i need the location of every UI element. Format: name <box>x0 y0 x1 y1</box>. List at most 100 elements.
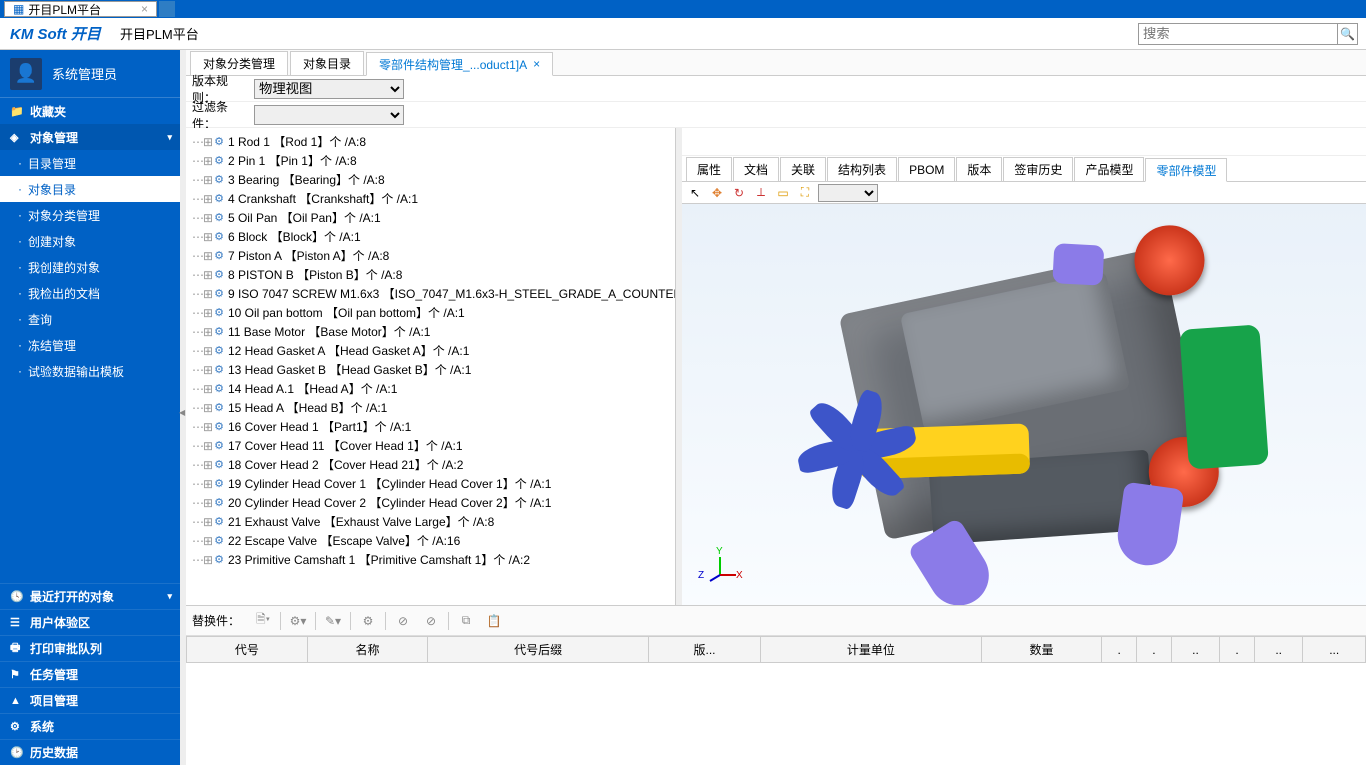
tree-node[interactable]: ⋯⊞⚙1 Rod 1 【Rod 1】个 /A:8 <box>190 132 675 151</box>
sidebar-sub-item[interactable]: 创建对象 <box>0 228 180 254</box>
settings-icon[interactable]: ⚙ <box>357 610 379 632</box>
sidebar-sub-item[interactable]: 对象目录 <box>0 176 180 202</box>
content-tab[interactable]: 零部件结构管理_...oduct1]A× <box>366 52 553 76</box>
sidebar-bottom-item[interactable]: 🕓最近打开的对象▾ <box>0 583 180 609</box>
sidebar-object-mgmt[interactable]: ◈ 对象管理 ▾ <box>0 124 180 150</box>
tree-node[interactable]: ⋯⊞⚙7 Piston A 【Piston A】个 /A:8 <box>190 246 675 265</box>
viewer-tab[interactable]: 签审历史 <box>1003 157 1073 181</box>
tree-node[interactable]: ⋯⊞⚙4 Crankshaft 【Crankshaft】个 /A:1 <box>190 189 675 208</box>
pointer-icon[interactable]: ↖ <box>686 184 704 202</box>
sidebar-bottom-item[interactable]: ☰用户体验区 <box>0 609 180 635</box>
viewer-tab[interactable]: 属性 <box>686 157 732 181</box>
viewer-tab[interactable]: PBOM <box>898 157 955 181</box>
viewer-tab[interactable]: 产品模型 <box>1074 157 1144 181</box>
tree-node[interactable]: ⋯⊞⚙21 Exhaust Valve 【Exhaust Valve Large… <box>190 512 675 531</box>
measure-icon[interactable]: ⟂ <box>752 184 770 202</box>
tree-node[interactable]: ⋯⊞⚙11 Base Motor 【Base Motor】个 /A:1 <box>190 322 675 341</box>
search-input[interactable] <box>1138 23 1338 45</box>
sidebar-item-label: 项目管理 <box>30 692 78 709</box>
tree-node-label: 9 ISO 7047 SCREW M1.6x3 【ISO_7047_M1.6x3… <box>228 285 676 302</box>
grid-column-header[interactable]: ... <box>1303 637 1366 663</box>
grid-column-header[interactable]: .. <box>1171 637 1220 663</box>
sidebar-bottom-item[interactable]: ▲项目管理 <box>0 687 180 713</box>
content-tabs: 对象分类管理对象目录零部件结构管理_...oduct1]A× <box>186 50 1366 76</box>
viewer-tab[interactable]: 版本 <box>956 157 1002 181</box>
box-icon[interactable]: ▭ <box>774 184 792 202</box>
section-icon: 🕑 <box>10 746 24 759</box>
grid-column-header[interactable]: 代号后缀 <box>428 637 648 663</box>
rotate-icon[interactable]: ↻ <box>730 184 748 202</box>
search-button[interactable]: 🔍 <box>1338 23 1358 45</box>
sidebar-sub-item[interactable]: 目录管理 <box>0 150 180 176</box>
grid-column-header[interactable]: 计量单位 <box>761 637 981 663</box>
tree-node[interactable]: ⋯⊞⚙23 Primitive Camshaft 1 【Primitive Ca… <box>190 550 675 569</box>
tree-node[interactable]: ⋯⊞⚙3 Bearing 【Bearing】个 /A:8 <box>190 170 675 189</box>
tree-connector: ⋯⊞ <box>192 496 212 510</box>
grid-column-header[interactable]: . <box>1137 637 1172 663</box>
viewer-tab[interactable]: 文档 <box>733 157 779 181</box>
filter-select[interactable] <box>254 105 404 125</box>
grid-column-header[interactable]: 版... <box>648 637 760 663</box>
tree-node[interactable]: ⋯⊞⚙8 PISTON B 【Piston B】个 /A:8 <box>190 265 675 284</box>
sidebar-bottom-item[interactable]: 🖶打印审批队列 <box>0 635 180 661</box>
window-tab[interactable]: ▦ 开目PLM平台 × <box>4 1 157 17</box>
grid-column-header[interactable]: 数量 <box>981 637 1102 663</box>
tree-node[interactable]: ⋯⊞⚙15 Head A 【Head B】个 /A:1 <box>190 398 675 417</box>
grid-column-header[interactable]: . <box>1102 637 1137 663</box>
tree-node[interactable]: ⋯⊞⚙12 Head Gasket A 【Head Gasket A】个 /A:… <box>190 341 675 360</box>
sidebar-favorites[interactable]: 📁 收藏夹 <box>0 98 180 124</box>
replace-grid[interactable]: 代号名称代号后缀版...计量单位数量.......... <box>186 636 1366 765</box>
sidebar-bottom-item[interactable]: ⚑任务管理 <box>0 661 180 687</box>
doc-icon[interactable]: 🗎▾ <box>252 610 274 632</box>
grid-column-header[interactable]: . <box>1220 637 1255 663</box>
new-tab-button[interactable] <box>159 1 175 17</box>
tab-label: 对象目录 <box>303 55 351 72</box>
content-tab[interactable]: 对象目录 <box>290 51 364 75</box>
grid-column-header[interactable]: 名称 <box>307 637 428 663</box>
sidebar-sub-item[interactable]: 我检出的文档 <box>0 280 180 306</box>
sidebar-sub-item[interactable]: 对象分类管理 <box>0 202 180 228</box>
cancel-icon[interactable]: ⊘ <box>392 610 414 632</box>
gear-icon: ⚙ <box>214 458 224 471</box>
grid-column-header[interactable]: 代号 <box>187 637 308 663</box>
close-icon[interactable]: × <box>141 2 148 16</box>
sidebar-sub-item[interactable]: 试验数据输出模板 <box>0 358 180 384</box>
sidebar-bottom-item[interactable]: 🕑历史数据 <box>0 739 180 765</box>
fit-icon[interactable]: ⛶ <box>796 184 814 202</box>
tree-node[interactable]: ⋯⊞⚙20 Cylinder Head Cover 2 【Cylinder He… <box>190 493 675 512</box>
paste-icon[interactable]: 📋 <box>483 610 505 632</box>
user-row[interactable]: 👤 系统管理员 <box>0 50 180 98</box>
model-canvas[interactable]: Y X Z <box>682 204 1366 605</box>
tree-node[interactable]: ⋯⊞⚙17 Cover Head 11 【Cover Head 1】个 /A:1 <box>190 436 675 455</box>
move-icon[interactable]: ✥ <box>708 184 726 202</box>
grid-column-header[interactable]: .. <box>1254 637 1303 663</box>
tree-node[interactable]: ⋯⊞⚙2 Pin 1 【Pin 1】个 /A:8 <box>190 151 675 170</box>
tree-node[interactable]: ⋯⊞⚙22 Escape Valve 【Escape Valve】个 /A:16 <box>190 531 675 550</box>
sidebar-sub-item[interactable]: 查询 <box>0 306 180 332</box>
viewer-tab[interactable]: 结构列表 <box>827 157 897 181</box>
tree-pane[interactable]: ⋯⊞⚙1 Rod 1 【Rod 1】个 /A:8⋯⊞⚙2 Pin 1 【Pin … <box>186 128 676 605</box>
copy-icon[interactable]: ⧉ <box>455 610 477 632</box>
tree-node[interactable]: ⋯⊞⚙6 Block 【Block】个 /A:1 <box>190 227 675 246</box>
tree-node[interactable]: ⋯⊞⚙18 Cover Head 2 【Cover Head 21】个 /A:2 <box>190 455 675 474</box>
close-icon[interactable]: × <box>533 57 540 71</box>
cancel2-icon[interactable]: ⊘ <box>420 610 442 632</box>
version-rule-select[interactable]: 物理视图 <box>254 79 404 99</box>
viewer-tab[interactable]: 关联 <box>780 157 826 181</box>
gear-icon: ⚙ <box>214 363 224 376</box>
gear-icon[interactable]: ⚙▾ <box>287 610 309 632</box>
tree-node[interactable]: ⋯⊞⚙13 Head Gasket B 【Head Gasket B】个 /A:… <box>190 360 675 379</box>
gear-icon: ⚙ <box>214 534 224 547</box>
sidebar-sub-item[interactable]: 冻结管理 <box>0 332 180 358</box>
sidebar-bottom-item[interactable]: ⚙系统 <box>0 713 180 739</box>
tree-node[interactable]: ⋯⊞⚙19 Cylinder Head Cover 1 【Cylinder He… <box>190 474 675 493</box>
sidebar-sub-item[interactable]: 我创建的对象 <box>0 254 180 280</box>
tree-node[interactable]: ⋯⊞⚙14 Head A.1 【Head A】个 /A:1 <box>190 379 675 398</box>
tree-node[interactable]: ⋯⊞⚙10 Oil pan bottom 【Oil pan bottom】个 /… <box>190 303 675 322</box>
viewer-tab[interactable]: 零部件模型 <box>1145 158 1227 182</box>
viewer-select[interactable] <box>818 184 878 202</box>
edit-icon[interactable]: ✎▾ <box>322 610 344 632</box>
tree-node[interactable]: ⋯⊞⚙5 Oil Pan 【Oil Pan】个 /A:1 <box>190 208 675 227</box>
tree-node[interactable]: ⋯⊞⚙9 ISO 7047 SCREW M1.6x3 【ISO_7047_M1.… <box>190 284 675 303</box>
tree-node[interactable]: ⋯⊞⚙16 Cover Head 1 【Part1】个 /A:1 <box>190 417 675 436</box>
